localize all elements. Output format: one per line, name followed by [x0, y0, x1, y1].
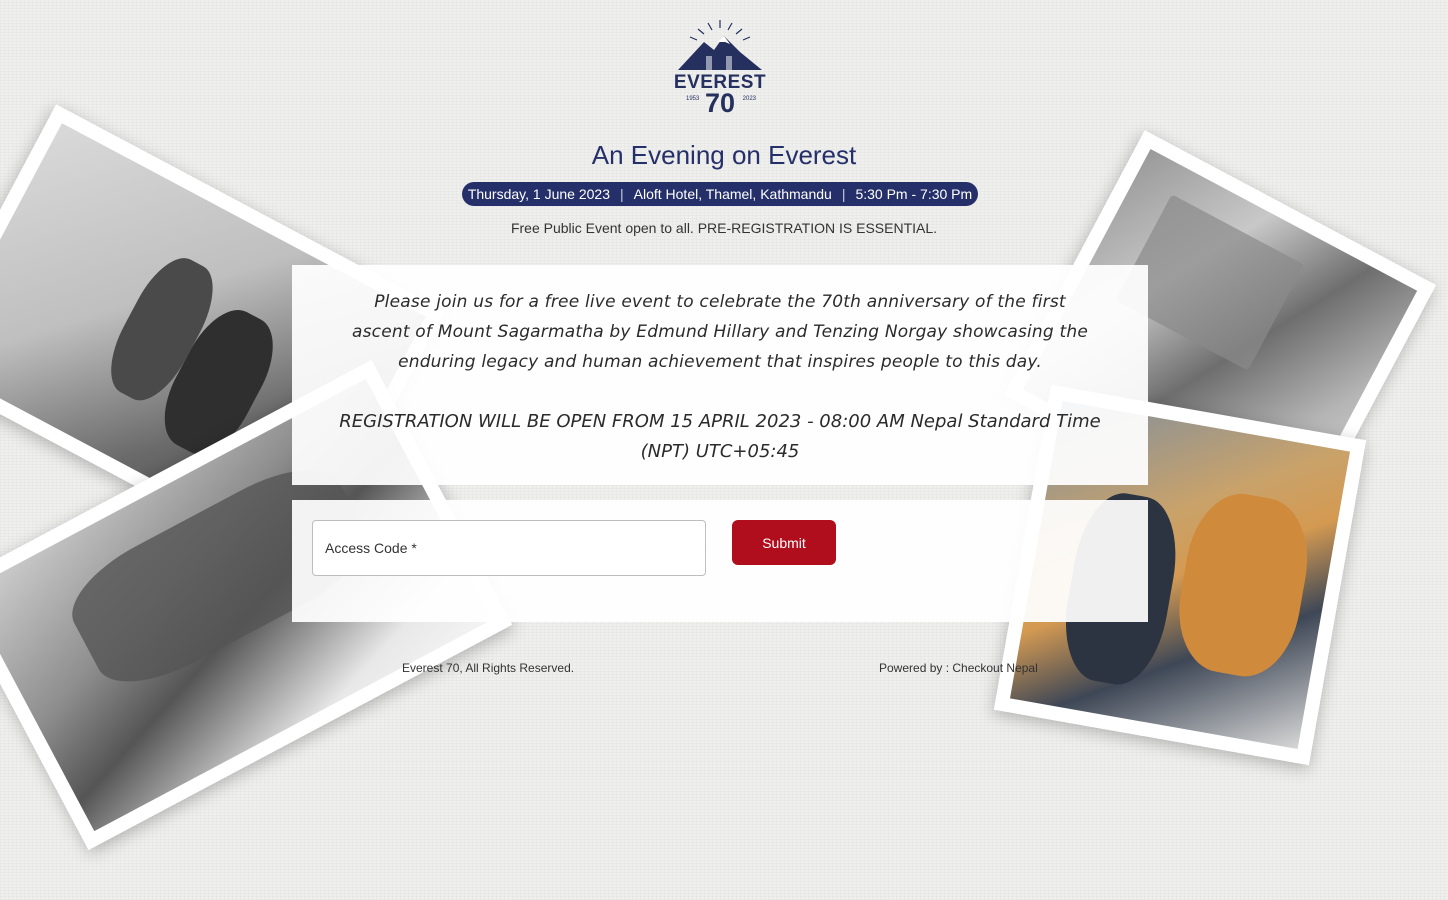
- logo-number: 70: [704, 88, 736, 118]
- access-form: Access Code * Submit: [292, 500, 1148, 622]
- message-card: Please join us for a free live event to …: [292, 265, 1148, 485]
- separator: |: [841, 186, 846, 202]
- event-details-badge: Thursday, 1 June 2023 | Aloft Hotel, Tha…: [462, 182, 978, 206]
- registration-notice: REGISTRATION WILL BE OPEN FROM 15 APRIL …: [339, 411, 1101, 462]
- event-venue: Aloft Hotel, Thamel, Kathmandu: [633, 186, 832, 202]
- access-code-label: Access Code *: [325, 540, 417, 556]
- submit-button[interactable]: Submit: [732, 520, 836, 565]
- event-date: Thursday, 1 June 2023: [467, 186, 610, 202]
- event-title: An Evening on Everest: [591, 140, 857, 170]
- footer-copyright: Everest 70, All Rights Reserved.: [402, 661, 575, 675]
- event-description: Please join us for a free live event to …: [351, 292, 1088, 372]
- separator: |: [619, 186, 624, 202]
- logo-year-end: 2023: [742, 96, 756, 102]
- footer-powered-by[interactable]: Powered by : Checkout Nepal: [879, 661, 1038, 675]
- event-notice: Free Public Event open to all. PRE-REGIS…: [510, 220, 938, 236]
- access-code-input[interactable]: Access Code *: [312, 520, 706, 576]
- everest70-logo: EVEREST 1953 70 2023: [668, 18, 772, 118]
- mountain-icon: [678, 20, 762, 70]
- event-time: 5:30 Pm - 7:30 Pm: [855, 186, 973, 202]
